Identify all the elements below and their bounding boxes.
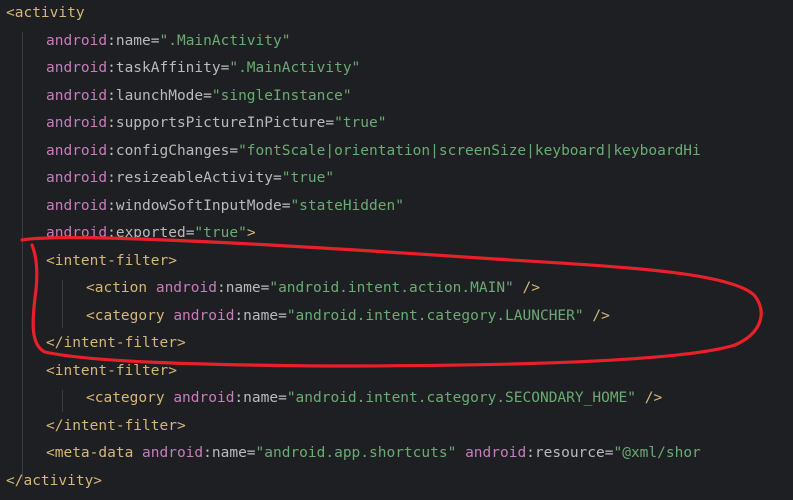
code-line[interactable]: </intent-filter>: [46, 330, 186, 358]
code-token: <intent-filter>: [46, 362, 177, 379]
code-token: ".MainActivity": [229, 60, 361, 76]
code-token: <intent-filter>: [46, 252, 177, 269]
code-token: :: [107, 225, 116, 241]
code-token: "android.intent.category.LAUNCHER": [286, 307, 584, 324]
code-token: </intent-filter>: [46, 335, 186, 351]
code-token: android: [173, 307, 235, 324]
code-token: configChanges: [115, 142, 230, 159]
code-token: :: [234, 390, 244, 406]
code-token: exported: [115, 225, 186, 241]
code-token: >: [246, 225, 256, 241]
code-token: "fontScale|orientation|screenSize|keyboa…: [238, 142, 701, 159]
code-token: :: [216, 280, 226, 296]
code-token: =: [246, 445, 256, 461]
code-token: </intent-filter>: [46, 417, 186, 434]
code-token: android: [46, 60, 108, 76]
code-token: ".MainActivity": [159, 32, 291, 49]
indent-guide: [62, 390, 63, 412]
code-token: "android.intent.category.SECONDARY_HOME": [286, 390, 637, 406]
code-token: =: [203, 87, 212, 104]
code-token: :: [107, 197, 116, 214]
code-line[interactable]: <activity: [6, 0, 85, 28]
code-token: :: [107, 32, 116, 49]
code-token: "@xml/shor: [613, 445, 701, 461]
code-token: resizeableActivity: [115, 170, 273, 186]
code-line[interactable]: <action android:name="android.intent.act…: [86, 275, 540, 303]
code-token: resource: [534, 445, 605, 461]
code-token: />: [513, 280, 540, 296]
code-line[interactable]: </intent-filter>: [46, 413, 186, 441]
code-token: windowSoftInputMode: [115, 197, 282, 214]
code-token: android: [46, 197, 108, 214]
code-token: <meta-data: [46, 445, 143, 461]
code-line[interactable]: android:supportsPictureInPicture="true": [46, 110, 386, 138]
code-token: name: [115, 32, 151, 49]
code-token: android: [46, 170, 108, 186]
code-token: :: [107, 170, 116, 186]
code-token: "stateHidden": [290, 197, 404, 214]
code-token: "android.app.shortcuts": [255, 445, 457, 461]
code-token: "android.intent.action.MAIN": [269, 280, 514, 296]
code-token: <category: [86, 390, 174, 406]
code-line[interactable]: android:launchMode="singleInstance": [46, 83, 352, 111]
code-token: =: [229, 142, 239, 159]
code-token: =: [325, 115, 335, 131]
code-token: name: [211, 445, 247, 461]
code-token: </activity>: [6, 472, 103, 489]
code-token: />: [583, 307, 610, 324]
code-line[interactable]: android:taskAffinity=".MainActivity": [46, 55, 360, 83]
code-token: />: [636, 390, 663, 406]
code-token: android: [46, 115, 108, 131]
code-token: launchMode: [115, 87, 204, 104]
code-line[interactable]: android:configChanges="fontScale|orienta…: [46, 138, 701, 166]
code-token: :: [107, 87, 116, 104]
code-token: :: [107, 60, 116, 76]
code-token: android: [465, 445, 527, 461]
code-line[interactable]: android:resizeableActivity="true": [46, 165, 334, 193]
code-line[interactable]: <intent-filter>: [46, 248, 177, 276]
code-token: android: [46, 87, 108, 104]
code-token: :: [107, 115, 116, 131]
code-token: :: [526, 445, 535, 461]
code-token: name: [243, 390, 279, 406]
code-token: supportsPictureInPicture: [115, 115, 326, 131]
code-line[interactable]: android:exported="true">: [46, 220, 256, 248]
code-token: =: [150, 32, 160, 49]
code-line[interactable]: android:name=".MainActivity": [46, 28, 290, 56]
code-token: <category: [86, 307, 174, 324]
code-token: =: [272, 170, 282, 186]
code-token: taskAffinity: [115, 60, 221, 76]
code-token: android: [142, 445, 204, 461]
code-line[interactable]: <category android:name="android.intent.c…: [86, 303, 610, 331]
code-token: <activity: [6, 5, 85, 21]
code-editor[interactable]: <activity android:name=".MainActivity" and…: [0, 0, 793, 500]
code-token: android: [46, 142, 108, 159]
code-token: =: [278, 390, 287, 406]
code-line[interactable]: </activity>: [6, 468, 102, 496]
code-token: :: [234, 307, 244, 324]
indent-guide: [62, 280, 63, 328]
code-token: android: [46, 32, 108, 49]
code-token: name: [225, 280, 261, 296]
code-token: =: [278, 307, 287, 324]
code-token: android: [173, 390, 235, 406]
code-line[interactable]: android:windowSoftInputMode="stateHidden…: [46, 193, 404, 221]
code-token: "true": [194, 225, 247, 241]
code-token: name: [243, 307, 279, 324]
code-token: <action: [86, 280, 156, 296]
indent-guide: [22, 32, 23, 480]
code-token: "singleInstance": [211, 87, 352, 104]
code-line[interactable]: <category android:name="android.intent.c…: [86, 385, 662, 413]
code-token: android: [46, 225, 108, 241]
code-line[interactable]: <meta-data android:name="android.app.sho…: [46, 440, 701, 468]
code-line[interactable]: <intent-filter>: [46, 358, 177, 386]
code-token: android: [155, 280, 217, 296]
code-token: "true": [281, 170, 335, 186]
code-token: :: [107, 142, 116, 159]
code-token: "true": [334, 115, 387, 131]
code-token: :: [203, 445, 212, 461]
